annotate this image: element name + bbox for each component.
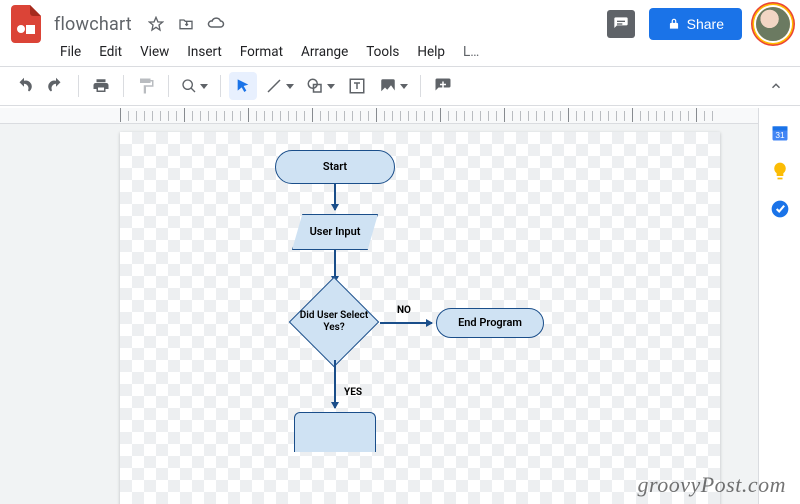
- flow-node-start-label: Start: [323, 160, 347, 173]
- menu-overflow[interactable]: L…: [455, 40, 487, 64]
- menubar: File Edit View Insert Format Arrange Too…: [0, 42, 800, 66]
- toolbar: [0, 66, 800, 106]
- insert-comment-button[interactable]: [429, 72, 457, 100]
- share-button-label: Share: [687, 16, 724, 32]
- flow-node-start[interactable]: Start: [275, 150, 395, 184]
- menu-file[interactable]: File: [52, 40, 89, 64]
- menu-insert[interactable]: Insert: [179, 40, 230, 64]
- flow-node-end-program-label: End Program: [458, 316, 522, 329]
- shape-tool-button[interactable]: [302, 72, 339, 100]
- flow-node-user-input[interactable]: User Input: [292, 214, 378, 250]
- collapse-toolbar-button[interactable]: [762, 72, 790, 100]
- drawings-app-icon[interactable]: [10, 4, 42, 44]
- flow-node-decision[interactable]: Did User Select Yes?: [288, 284, 380, 360]
- redo-button[interactable]: [42, 72, 70, 100]
- flow-label-yes: YES: [344, 387, 362, 398]
- paint-format-button[interactable]: [132, 72, 160, 100]
- comments-icon[interactable]: [607, 10, 635, 38]
- flow-label-no: NO: [397, 305, 411, 316]
- canvas-checker-bg: [120, 132, 720, 504]
- menu-arrange[interactable]: Arrange: [293, 40, 356, 64]
- tasks-addon-icon[interactable]: [769, 198, 791, 220]
- cloud-status-icon[interactable]: [206, 14, 226, 34]
- svg-text:31: 31: [775, 130, 785, 140]
- flow-node-process[interactable]: [294, 412, 376, 452]
- side-panel: 31: [758, 108, 800, 504]
- menu-tools[interactable]: Tools: [358, 40, 407, 64]
- undo-button[interactable]: [10, 72, 38, 100]
- menu-view[interactable]: View: [132, 40, 177, 64]
- line-tool-button[interactable]: [261, 72, 298, 100]
- share-button[interactable]: Share: [649, 8, 742, 40]
- textbox-tool-button[interactable]: [343, 72, 371, 100]
- calendar-addon-icon[interactable]: 31: [769, 122, 791, 144]
- flow-node-user-input-label: User Input: [310, 225, 361, 238]
- document-title[interactable]: flowchart: [50, 14, 136, 35]
- titlebar: flowchart Share: [0, 0, 800, 42]
- menu-help[interactable]: Help: [409, 40, 453, 64]
- horizontal-ruler[interactable]: [0, 108, 758, 124]
- flow-arrow-decision-no[interactable]: [380, 322, 432, 324]
- menu-edit[interactable]: Edit: [91, 40, 130, 64]
- flow-arrow-decision-yes[interactable]: [334, 360, 336, 408]
- star-icon[interactable]: [146, 14, 166, 34]
- workspace: Start User Input Did User Select Yes? NO…: [0, 108, 758, 504]
- flow-node-end-program[interactable]: End Program: [436, 308, 544, 338]
- flow-arrow-start-to-input[interactable]: [334, 184, 336, 210]
- zoom-button[interactable]: [177, 72, 212, 100]
- move-icon[interactable]: [176, 14, 196, 34]
- account-avatar[interactable]: [756, 7, 790, 41]
- watermark: groovyPost.com: [637, 472, 786, 498]
- drawing-canvas[interactable]: Start User Input Did User Select Yes? NO…: [120, 132, 720, 504]
- image-tool-button[interactable]: [375, 72, 412, 100]
- keep-addon-icon[interactable]: [769, 160, 791, 182]
- flow-node-decision-label: Did User Select Yes?: [298, 310, 370, 334]
- print-button[interactable]: [87, 72, 115, 100]
- select-tool-button[interactable]: [229, 72, 257, 100]
- menu-format[interactable]: Format: [232, 40, 291, 64]
